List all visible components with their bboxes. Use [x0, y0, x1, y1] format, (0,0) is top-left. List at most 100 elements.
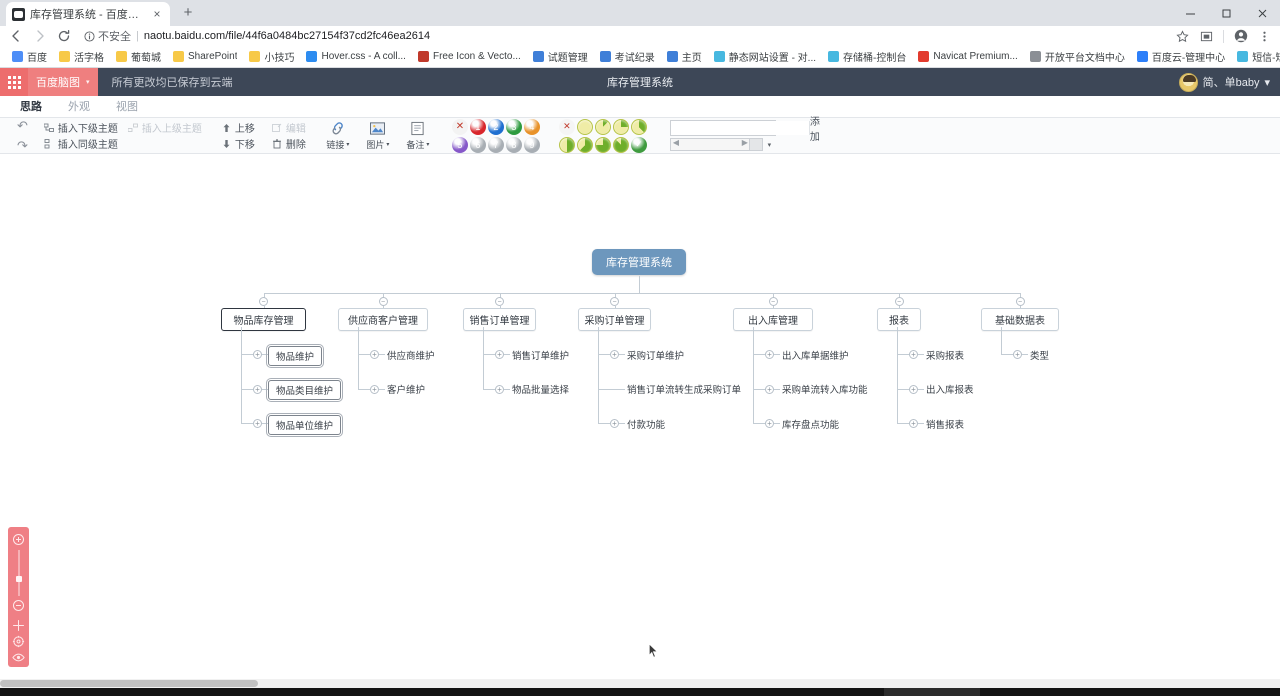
edit-button[interactable]: 编辑	[272, 121, 306, 135]
expand-toggle-0-1[interactable]	[253, 384, 262, 394]
tab-view[interactable]: 视图	[104, 96, 150, 118]
delete-button[interactable]: 删除	[272, 137, 306, 151]
maximize-icon[interactable]	[1208, 0, 1244, 26]
progress-1-8-button[interactable]	[594, 118, 611, 135]
priority-1-button[interactable]: 1	[469, 118, 486, 135]
mindmap-leaf-node[interactable]: 出入库单据维护	[780, 346, 851, 364]
expand-toggle-2-1[interactable]	[495, 384, 504, 394]
tab-appearance[interactable]: 外观	[56, 96, 102, 118]
mindmap-leaf-node[interactable]: 付款功能	[625, 415, 667, 433]
collapse-toggle-5[interactable]	[894, 297, 904, 306]
insert-parent-button[interactable]: 插入上级主题	[128, 121, 202, 135]
cast-icon[interactable]	[1199, 29, 1214, 44]
zoom-slider[interactable]	[15, 550, 22, 596]
back-icon[interactable]	[8, 28, 24, 44]
insert-sibling-button[interactable]: 插入同级主题	[44, 137, 202, 151]
mindmap-leaf-node[interactable]: 类型	[1028, 346, 1051, 364]
expand-toggle-4-1[interactable]	[765, 384, 774, 394]
forward-icon[interactable]	[32, 28, 48, 44]
mindmap-leaf-node[interactable]: 库存盘点功能	[780, 415, 841, 433]
collapse-toggle-3[interactable]	[610, 297, 619, 306]
expand-toggle-4-2[interactable]	[765, 419, 774, 428]
mindmap-leaf-node[interactable]: 物品维护	[265, 343, 325, 368]
mindmap-leaf-node[interactable]: 物品单位维护	[265, 412, 344, 437]
expand-toggle-0-0[interactable]	[253, 350, 262, 359]
mindmap-leaf-node[interactable]: 销售订单维护	[510, 346, 571, 364]
profile-icon[interactable]	[1233, 29, 1248, 44]
user-menu[interactable]: 简、单baby ▾	[1178, 72, 1280, 92]
bookmark-item[interactable]: Free Icon & Vecto...	[412, 48, 527, 66]
bookmark-item[interactable]: 试题管理	[527, 48, 594, 66]
progress-4-8-button[interactable]	[558, 136, 575, 153]
zoom-in-icon[interactable]	[12, 533, 25, 546]
mindmap-branch-node[interactable]: 物品库存管理	[221, 308, 306, 331]
progress-2-8-button[interactable]	[612, 118, 629, 135]
mindmap-leaf-node[interactable]: 物品批量选择	[510, 380, 571, 398]
zoom-out-icon[interactable]	[12, 599, 25, 612]
mindmap-branch-node[interactable]: 供应商客户管理	[338, 308, 428, 331]
bookmark-item[interactable]: 主页	[661, 48, 708, 66]
expand-toggle-1-0[interactable]	[370, 350, 379, 359]
progress-0-button[interactable]	[576, 118, 593, 135]
priority-5-button[interactable]: 5	[451, 136, 468, 153]
progress-done-button[interactable]: ✓	[630, 136, 647, 153]
browser-tab[interactable]: 库存管理系统 - 百度脑图 ×	[6, 2, 170, 26]
bookmark-item[interactable]: 葡萄城	[110, 48, 167, 66]
brand-menu[interactable]: 百度脑图 ▾	[28, 68, 98, 96]
minimize-icon[interactable]	[1172, 0, 1208, 26]
menu-icon[interactable]	[1257, 29, 1272, 44]
priority-9-button[interactable]: 9	[523, 136, 540, 153]
bookmark-item[interactable]: 开放平台文档中心	[1024, 48, 1131, 66]
expand-toggle-5-1[interactable]	[909, 384, 918, 394]
zoom-slider-thumb[interactable]	[15, 576, 22, 582]
bookmark-item[interactable]: 小技巧	[243, 48, 300, 66]
mindmap-leaf-node[interactable]: 供应商维护	[385, 346, 437, 364]
note-button[interactable]: 备注 ▾	[401, 120, 435, 151]
tag-scroll-thumb[interactable]	[748, 139, 762, 150]
chevron-down-icon[interactable]: ▾	[763, 138, 776, 151]
mindmap-branch-node[interactable]: 销售订单管理	[463, 308, 536, 331]
fit-icon[interactable]	[12, 635, 25, 648]
mindmap-branch-node[interactable]: 出入库管理	[733, 308, 813, 331]
tag-add-button[interactable]: 添加	[808, 117, 820, 143]
close-icon[interactable]: ×	[150, 7, 164, 21]
site-info-icon[interactable]: 不安全	[84, 28, 131, 44]
insert-child-button[interactable]: 插入下级主题	[44, 121, 118, 135]
priority-3-button[interactable]: 3	[505, 118, 522, 135]
bookmark-item[interactable]: 短信-短信签名	[1231, 48, 1280, 66]
scroll-left-icon[interactable]: ◀	[673, 138, 679, 147]
progress-7-8-button[interactable]	[612, 136, 629, 153]
collapse-toggle-4[interactable]	[768, 297, 778, 306]
close-icon[interactable]	[1244, 0, 1280, 26]
priority-7-button[interactable]: 7	[487, 136, 504, 153]
priority-2-button[interactable]: 2	[487, 118, 504, 135]
move-up-button[interactable]: 上移	[221, 121, 255, 135]
priority-6-button[interactable]: 6	[469, 136, 486, 153]
mindmap-branch-node[interactable]: 采购订单管理	[578, 308, 651, 331]
expand-toggle-6-0[interactable]	[1013, 350, 1022, 359]
bookmark-item[interactable]: 静态网站设置 - 对...	[708, 48, 822, 66]
expand-toggle-3-0[interactable]	[610, 350, 619, 359]
progress-5-8-button[interactable]	[576, 136, 593, 153]
undo-icon[interactable]: ↶	[17, 118, 28, 134]
tag-input[interactable]	[670, 121, 809, 135]
mindmap-branch-node[interactable]: 基础数据表	[981, 308, 1059, 331]
mindmap-leaf-node[interactable]: 出入库报表	[924, 380, 976, 398]
address-bar[interactable]: 不安全 | naotu.baidu.com/file/44f6a0484bc27…	[84, 28, 1167, 44]
redo-icon[interactable]: ↷	[17, 138, 28, 154]
progress-none-button[interactable]: ✕	[558, 118, 575, 135]
collapse-toggle-1[interactable]	[378, 297, 388, 306]
mindmap-leaf-node[interactable]: 采购报表	[924, 346, 966, 364]
collapse-toggle-0[interactable]	[259, 297, 268, 306]
progress-3-8-button[interactable]	[630, 118, 647, 135]
progress-6-8-button[interactable]	[594, 136, 611, 153]
mindmap-leaf-node[interactable]: 物品类目维护	[265, 378, 344, 402]
expand-toggle-0-2[interactable]	[253, 419, 262, 428]
bookmark-item[interactable]: 考试纪录	[594, 48, 661, 66]
eye-icon[interactable]	[12, 651, 25, 664]
move-icon[interactable]	[12, 619, 25, 632]
collapse-toggle-2[interactable]	[495, 297, 504, 306]
expand-toggle-5-0[interactable]	[909, 350, 918, 359]
tab-ideas[interactable]: 思路	[8, 96, 54, 118]
mindmap-canvas[interactable]: 库存管理系统物品库存管理物品维护物品类目维护物品单位维护 供应商客户管理供应商维护…	[0, 158, 1280, 688]
